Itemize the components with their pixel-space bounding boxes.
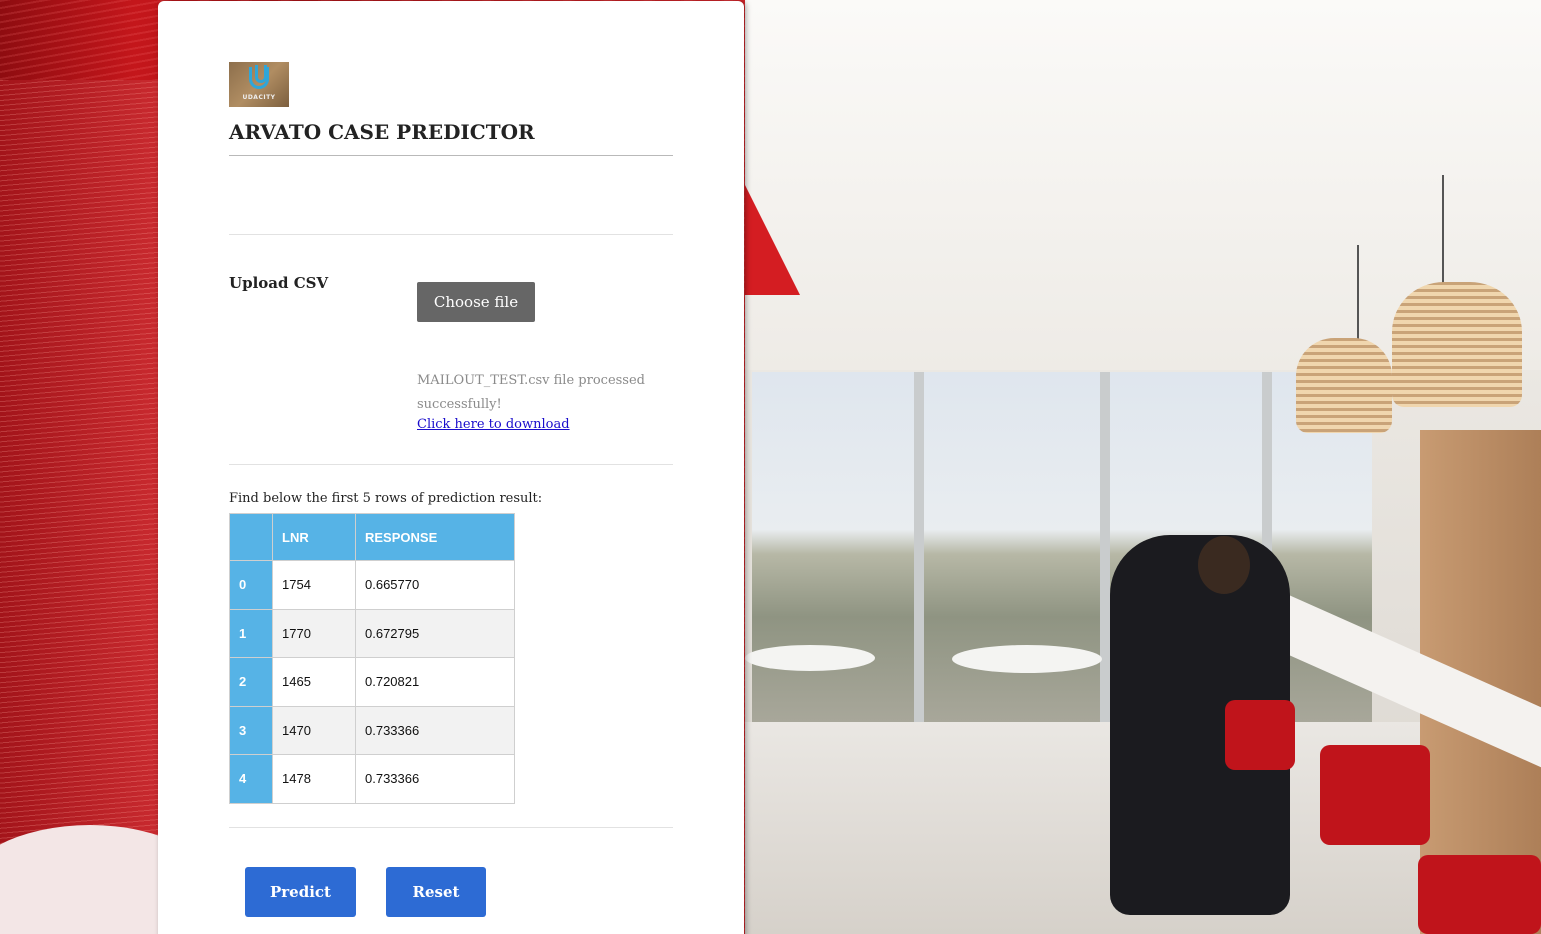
prediction-results-table: LNR RESPONSE 0 1754 0.665770 1 1770 0.67…	[229, 513, 515, 804]
page-title: ARVATO CASE PREDICTOR	[229, 120, 535, 144]
background-person-head	[1198, 536, 1250, 594]
column-header-response: RESPONSE	[355, 513, 515, 561]
background-mullion	[1100, 372, 1110, 722]
red-stool	[1225, 700, 1295, 770]
table-row: 4 1478 0.733366	[229, 754, 515, 804]
background-round-table	[745, 645, 875, 671]
upload-csv-label: Upload CSV	[229, 274, 329, 292]
udacity-logo: UDACITY	[229, 62, 289, 107]
red-stool	[1418, 855, 1541, 934]
pendant-lamp	[1296, 338, 1392, 433]
lamp-cord	[1357, 245, 1359, 340]
red-stool	[1320, 745, 1430, 845]
section-divider	[229, 234, 673, 235]
pendant-lamp	[1392, 282, 1522, 407]
cell-response: 0.733366	[355, 705, 515, 755]
background-mullion	[914, 372, 924, 722]
predictor-card: UDACITY ARVATO CASE PREDICTOR Upload CSV…	[158, 1, 744, 934]
results-caption: Find below the first 5 rows of predictio…	[229, 491, 543, 506]
lamp-cord	[1442, 175, 1444, 285]
cell-lnr: 1470	[272, 705, 356, 755]
column-header-index	[229, 513, 273, 561]
background-red-shard	[745, 185, 800, 295]
cell-lnr: 1754	[272, 560, 356, 610]
row-index: 2	[229, 657, 273, 707]
row-index: 1	[229, 608, 273, 658]
table-row: 1 1770 0.672795	[229, 608, 515, 658]
table-row: 0 1754 0.665770	[229, 560, 515, 610]
logo-text: UDACITY	[242, 94, 276, 101]
section-divider	[229, 464, 673, 465]
table-row: 2 1465 0.720821	[229, 657, 515, 707]
upload-status-message: MAILOUT_TEST.csv file processed successf…	[417, 373, 645, 412]
cell-response: 0.733366	[355, 754, 515, 804]
reset-button[interactable]: Reset	[386, 867, 486, 917]
cell-response: 0.720821	[355, 657, 515, 707]
cell-response: 0.665770	[355, 560, 515, 610]
table-row: 3 1470 0.733366	[229, 705, 515, 755]
predict-button[interactable]: Predict	[245, 867, 356, 917]
choose-file-button[interactable]: Choose file	[417, 282, 535, 322]
cell-lnr: 1478	[272, 754, 356, 804]
background-round-table	[952, 645, 1102, 673]
background-red-panel	[0, 80, 160, 934]
cell-response: 0.672795	[355, 608, 515, 658]
row-index: 3	[229, 705, 273, 755]
section-divider	[229, 827, 673, 828]
column-header-lnr: LNR	[272, 513, 356, 561]
row-index: 4	[229, 754, 273, 804]
download-link[interactable]: Click here to download	[417, 417, 570, 432]
row-index: 0	[229, 560, 273, 610]
cell-lnr: 1770	[272, 608, 356, 658]
table-header-row: LNR RESPONSE	[229, 513, 515, 561]
logo-u-inner-icon	[255, 65, 267, 83]
cell-lnr: 1465	[272, 657, 356, 707]
title-divider	[229, 155, 673, 156]
